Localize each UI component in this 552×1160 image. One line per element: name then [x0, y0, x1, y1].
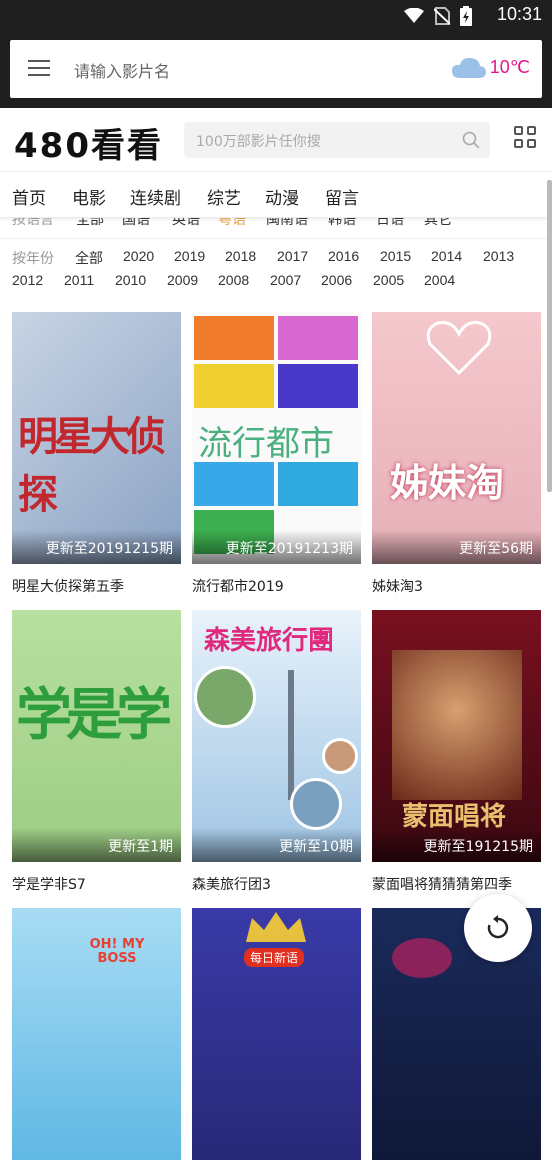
year-option[interactable]: 2020	[123, 248, 154, 264]
heart-icon	[426, 321, 492, 376]
year-option[interactable]: 2004	[424, 272, 455, 288]
year-option[interactable]: 2008	[218, 272, 249, 288]
poster-art-text: 明星大侦探	[18, 414, 166, 518]
poster-image[interactable]: 流行都市 更新至20191213期	[192, 312, 361, 564]
nav-item-home[interactable]: 首页	[12, 184, 46, 209]
refresh-icon	[487, 915, 509, 939]
year-filter-row-2: 2012 2011 2010 2009 2008 2007 2006 2005 …	[0, 272, 552, 294]
nav-item-messages[interactable]: 留言	[325, 184, 359, 209]
browser-search-box[interactable]: 请输入影片名 10℃	[10, 40, 542, 98]
year-option[interactable]: 2005	[373, 272, 404, 288]
show-title[interactable]: 姊妹淘3	[372, 576, 541, 596]
poster-image[interactable]: 蒙面唱将 更新至191215期	[372, 610, 541, 862]
year-option[interactable]: 2018	[225, 248, 256, 264]
year-option[interactable]: 2011	[64, 272, 94, 288]
show-title[interactable]: 流行都市2019	[192, 576, 361, 596]
episode-badge: 更新至56期	[372, 530, 541, 564]
episode-badge: 更新至20191215期	[12, 530, 181, 564]
hamburger-menu-icon[interactable]	[28, 60, 50, 78]
poster-image[interactable]: 姊妹淘 更新至56期	[372, 312, 541, 564]
poster-image[interactable]: 森美旅行團 更新至10期	[192, 610, 361, 862]
browser-toolbar: 请输入影片名 10℃	[0, 32, 552, 108]
nav-item-anime[interactable]: 动漫	[265, 184, 299, 209]
poster-art-text: 每日新语	[244, 948, 305, 967]
no-sim-icon	[434, 7, 450, 25]
weather-widget[interactable]: 10℃	[451, 56, 530, 78]
nav-item-movies[interactable]: 电影	[72, 184, 106, 209]
year-option[interactable]: 2010	[115, 272, 146, 288]
year-option[interactable]: 全部	[75, 248, 103, 268]
poster-art-text: 流行都市	[198, 424, 334, 464]
show-title[interactable]: 蒙面唱将猜猜猜第四季	[372, 874, 541, 894]
episode-badge: 更新至1期	[12, 828, 181, 862]
year-option[interactable]: 2007	[270, 272, 301, 288]
cloud-icon	[451, 57, 486, 78]
nav-item-series[interactable]: 连续剧	[130, 184, 181, 209]
year-option[interactable]: 2016	[328, 248, 359, 264]
status-time: 10:31	[496, 4, 542, 24]
year-filter-label: 按年份	[12, 250, 54, 266]
show-card[interactable]: 每日新语	[192, 908, 361, 1160]
show-card[interactable]: 森美旅行團 更新至10期 森美旅行团3	[192, 610, 361, 894]
episode-badge: 更新至10期	[192, 828, 361, 862]
poster-art-text: 姊妹淘	[390, 461, 505, 505]
site-logo[interactable]: 480看看	[14, 118, 163, 167]
poster-image[interactable]: 每日新语	[192, 908, 361, 1160]
show-card[interactable]: 姊妹淘 更新至56期 姊妹淘3	[372, 312, 541, 596]
site-search-input[interactable]: 100万部影片任你搜	[196, 131, 321, 151]
year-option[interactable]: 2012	[12, 272, 43, 288]
refresh-button[interactable]	[464, 894, 532, 962]
show-card[interactable]: 流行都市 更新至20191213期 流行都市2019	[192, 312, 361, 596]
scrollbar[interactable]	[547, 180, 552, 492]
episode-badge: 更新至20191213期	[192, 530, 361, 564]
category-nav: 首页 电影 连续剧 综艺 动漫 留言	[0, 172, 552, 218]
show-card[interactable]: 明星大侦探 更新至20191215期 明星大侦探第五季	[12, 312, 181, 596]
year-filter-row: 按年份 全部 2020 2019 2018 2017 2016 2015 201…	[0, 248, 552, 270]
status-icons	[404, 6, 472, 26]
search-icon[interactable]	[462, 131, 480, 149]
site-header: 480看看 100万部影片任你搜	[0, 108, 552, 172]
status-bar: 10:31	[0, 0, 552, 32]
year-option[interactable]: 2015	[380, 248, 411, 264]
show-card[interactable]: 学是学 更新至1期 学是学非S7	[12, 610, 181, 894]
nav-item-variety[interactable]: 综艺	[207, 184, 241, 209]
year-option[interactable]: 2014	[431, 248, 462, 264]
year-option[interactable]: 2013	[483, 248, 514, 264]
site-search-box[interactable]: 100万部影片任你搜	[184, 122, 490, 158]
year-option[interactable]: 2019	[174, 248, 205, 264]
weather-temperature: 10℃	[489, 56, 530, 77]
wifi-icon	[404, 8, 424, 23]
battery-charging-icon	[460, 6, 472, 26]
filter-divider	[0, 238, 552, 239]
browser-search-input[interactable]: 请输入影片名	[74, 58, 170, 82]
show-title[interactable]: 明星大侦探第五季	[12, 576, 181, 596]
poster-image[interactable]: OH! MY BOSS	[12, 908, 181, 1160]
show-title[interactable]: 森美旅行团3	[192, 874, 361, 894]
poster-art-text: 森美旅行團	[204, 626, 335, 656]
episode-badge: 更新至191215期	[372, 828, 541, 862]
show-card[interactable]: 蒙面唱将 更新至191215期 蒙面唱将猜猜猜第四季	[372, 610, 541, 894]
year-option[interactable]: 2009	[167, 272, 198, 288]
year-option[interactable]: 2017	[277, 248, 308, 264]
show-title[interactable]: 学是学非S7	[12, 874, 181, 894]
show-card[interactable]: OH! MY BOSS	[12, 908, 181, 1160]
year-option[interactable]: 2006	[321, 272, 352, 288]
poster-art-text: OH! MY BOSS	[89, 937, 145, 966]
poster-image[interactable]: 明星大侦探 更新至20191215期	[12, 312, 181, 564]
poster-image[interactable]: 学是学 更新至1期	[12, 610, 181, 862]
poster-art-text: 学是学	[16, 683, 172, 748]
grid-menu-icon[interactable]	[514, 126, 538, 150]
